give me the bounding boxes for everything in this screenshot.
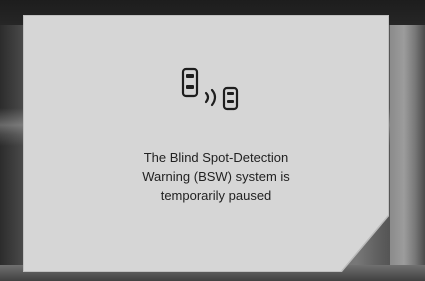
- cluster-trim: [390, 25, 425, 281]
- bsw-status-message: The Blind Spot-Detection Warning (BSW) s…: [98, 148, 334, 205]
- message-line-3: temporarily paused: [160, 188, 272, 203]
- cluster-screen: [23, 15, 389, 272]
- radar-wave-icon: [204, 88, 217, 107]
- instrument-cluster: The Blind Spot-Detection Warning (BSW) s…: [0, 0, 425, 281]
- message-line-1: The Blind Spot-Detection: [143, 150, 289, 165]
- adjacent-car-icon: [222, 86, 239, 111]
- blind-spot-warning-icon: [181, 67, 239, 111]
- message-line-2: Warning (BSW) system is: [142, 169, 290, 184]
- host-car-icon: [181, 67, 199, 98]
